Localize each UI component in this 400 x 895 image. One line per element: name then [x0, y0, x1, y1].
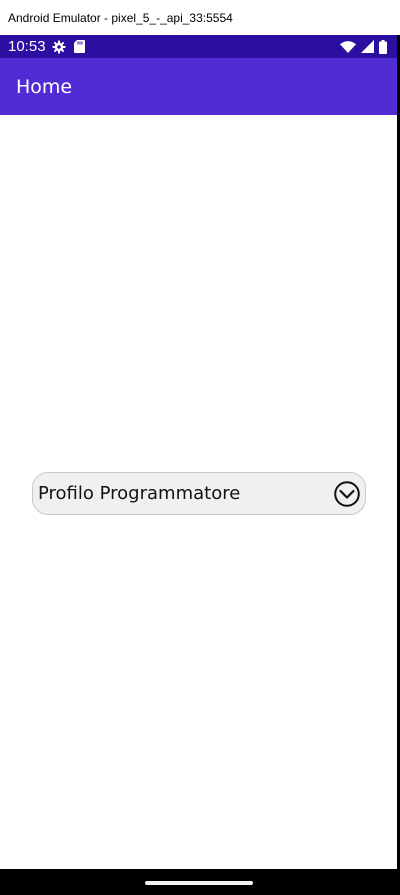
picker-selected-value: Profilo Programmatore — [38, 483, 241, 504]
settings-icon — [52, 40, 66, 54]
status-bar: 10:53 — [0, 35, 397, 58]
emulator-title-bar: Android Emulator - pixel_5_-_api_33:5554 — [0, 0, 400, 35]
home-handle[interactable] — [144, 881, 253, 885]
wifi-icon — [340, 40, 356, 53]
status-time: 10:53 — [8, 38, 46, 55]
chevron-down-circle-icon[interactable] — [333, 480, 361, 508]
main-content: Profilo Programmatore — [0, 115, 397, 869]
battery-icon — [379, 39, 387, 54]
emulator-title: Android Emulator - pixel_5_-_api_33:5554 — [8, 10, 233, 25]
app-bar: Home — [0, 58, 397, 115]
page-title: Home — [16, 75, 73, 98]
navigation-bar — [0, 869, 397, 895]
sd-card-icon — [73, 40, 85, 53]
signal-icon — [361, 40, 374, 53]
profile-picker[interactable]: Profilo Programmatore — [32, 472, 366, 515]
emulator-window: Android Emulator - pixel_5_-_api_33:5554… — [0, 0, 400, 895]
